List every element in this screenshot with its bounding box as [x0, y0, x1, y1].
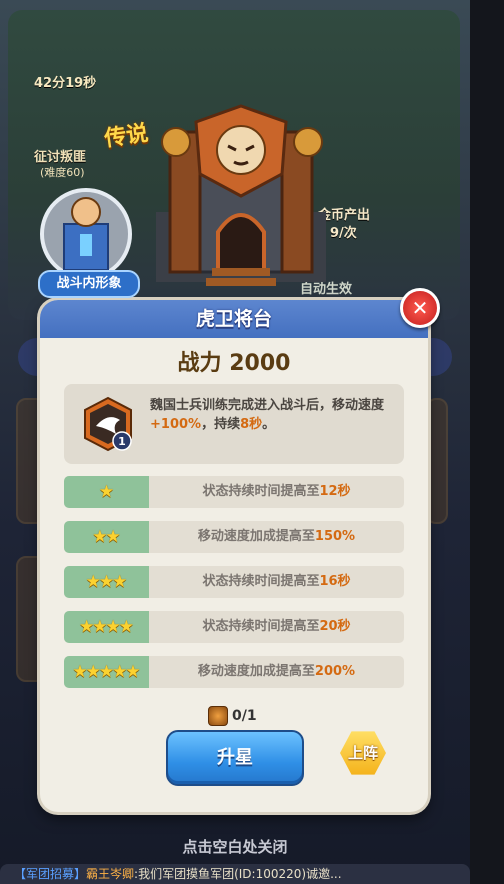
right-edge-strip — [470, 0, 504, 884]
power-value: 2000 — [229, 351, 291, 376]
star-row-value: 16秒 — [319, 574, 351, 589]
star-row-prefix: 移动速度加成提高至 — [197, 529, 315, 544]
star-level-cell: ★ ★ ★ — [64, 566, 149, 598]
skill-level: 1 — [118, 435, 126, 448]
building-detail-modal: 虎卫将台 战力 2000 1 魏国士兵训练完成进入战斗后，移动速度 +100%，持… — [40, 300, 428, 812]
tiger-guard-building-image — [156, 104, 326, 286]
star-row-prefix: 移动速度加成提高至 — [197, 664, 315, 679]
star-row-prefix: 状态持续时间提高至 — [202, 619, 320, 634]
star-row-text: 移动速度加成提高至150% — [149, 521, 404, 553]
star-upgrade-row: ★ ★ ★ ★ 状态持续时间提高至20秒 — [64, 611, 404, 643]
battle-skin-label: 战斗内形象 — [38, 270, 140, 298]
star-row-value: 20秒 — [319, 619, 351, 634]
desc-speed: +100% — [150, 417, 202, 432]
close-button[interactable]: ✕ — [400, 288, 440, 328]
deploy-button-label: 上阵 — [347, 744, 378, 762]
star-level-cell: ★ ★ ★ ★ ★ — [64, 656, 149, 688]
close-icon: ✕ — [411, 296, 429, 320]
star-row-prefix: 状态持续时间提高至 — [202, 574, 320, 589]
power-label: 战力 — [177, 351, 222, 376]
star-icon: ★ — [105, 526, 121, 547]
chat-name: 霸王岑卿 — [86, 867, 135, 881]
star-row-text: 状态持续时间提高至12秒 — [149, 476, 404, 508]
bg-card-right-1 — [426, 398, 448, 524]
star-row-text: 状态持续时间提高至20秒 — [149, 611, 404, 643]
modal-title: 虎卫将台 — [195, 308, 272, 330]
star-level-cell: ★ — [64, 476, 149, 508]
star-row-value: 12秒 — [319, 484, 351, 499]
upgrade-material-icon — [208, 706, 228, 726]
desc-part3: 。 — [262, 417, 276, 432]
tap-to-close-hint[interactable]: 点击空白处关闭 — [0, 836, 470, 857]
star-upgrade-row: ★ ★ ★ ★ ★ 移动速度加成提高至200% — [64, 656, 404, 688]
star-upgrade-row: ★ ★ ★ 状态持续时间提高至16秒 — [64, 566, 404, 598]
skill-description-box: 1 魏国士兵训练完成进入战斗后，移动速度 +100%，持续8秒。 — [64, 384, 404, 464]
star-upgrade-row: ★ ★ 移动速度加成提高至150% — [64, 521, 404, 553]
star-row-value: 200% — [314, 664, 356, 679]
upgrade-star-button[interactable]: 升星 — [166, 730, 304, 786]
chat-ticker[interactable]: 【军团招募】霸王岑卿:我们军团摸鱼军团(ID:100220)诚邀... — [0, 864, 470, 884]
desc-part2: ，持续 — [201, 417, 241, 432]
star-row-value: 150% — [314, 529, 356, 544]
material-count: 0/1 — [208, 706, 257, 726]
star-row-text: 移动速度加成提高至200% — [149, 656, 404, 688]
power-display: 战力 2000 — [40, 345, 428, 377]
bg-timer-text: 42分19秒 — [34, 76, 97, 91]
desc-part1: 魏国士兵训练完成进入战斗后，移动速度 — [150, 398, 385, 413]
chat-text: :我们军团摸鱼军团(ID:100220)诚邀... — [134, 867, 342, 881]
upgrade-star-label: 升星 — [217, 747, 253, 768]
star-icon: ★ — [112, 571, 128, 592]
skill-description: 魏国士兵训练完成进入战斗后，移动速度 +100%，持续8秒。 — [150, 396, 396, 434]
bg-task-title: 征讨叛匪 — [34, 150, 87, 165]
skill-icon: 1 — [84, 396, 132, 452]
star-icon: ★ — [118, 616, 134, 637]
star-level-cell: ★ ★ ★ ★ — [64, 611, 149, 643]
deploy-button[interactable]: 上阵 — [340, 730, 386, 776]
chat-tag: 【军团招募】 — [14, 867, 87, 881]
material-count-text: 0/1 — [232, 708, 257, 724]
legend-rarity-badge: 传说 — [102, 121, 150, 152]
star-icon: ★ — [98, 481, 115, 502]
star-level-cell: ★ ★ — [64, 521, 149, 553]
desc-duration: 8秒 — [240, 417, 263, 432]
star-row-prefix: 状态持续时间提高至 — [202, 484, 320, 499]
star-upgrade-row: ★ 状态持续时间提高至12秒 — [64, 476, 404, 508]
star-row-text: 状态持续时间提高至16秒 — [149, 566, 404, 598]
star-icon: ★ — [125, 661, 141, 682]
